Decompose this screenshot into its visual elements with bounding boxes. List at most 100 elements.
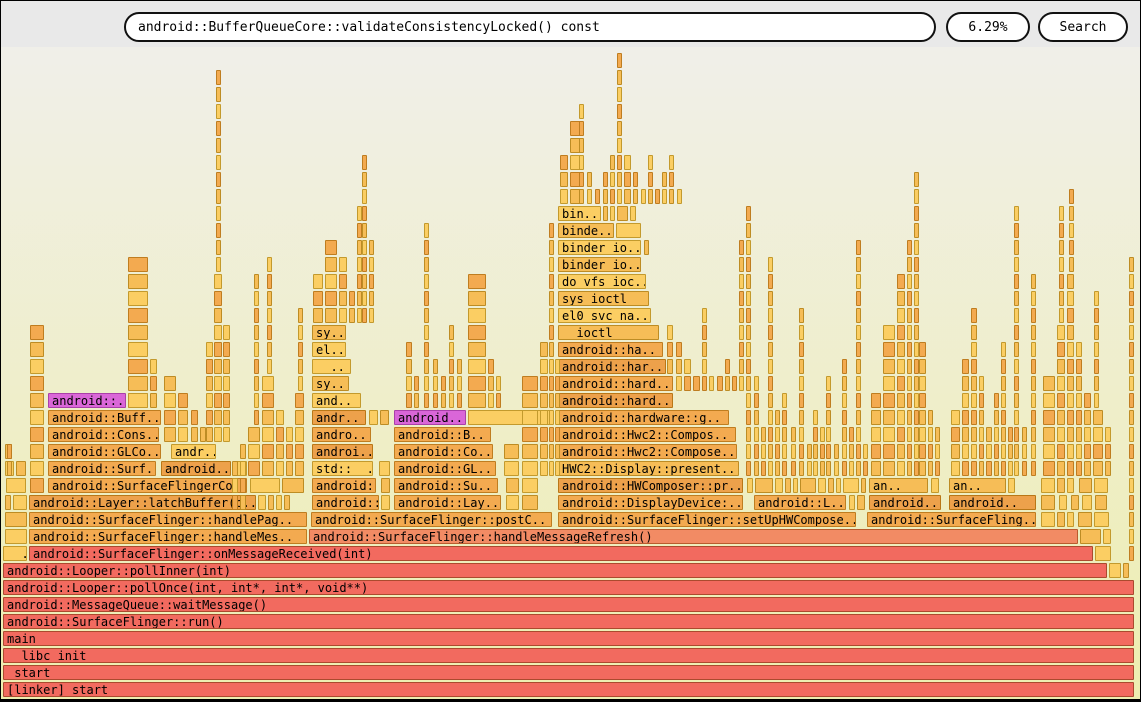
flame-block[interactable]	[669, 155, 674, 170]
flame-block[interactable]	[128, 291, 148, 306]
flame-block[interactable]	[1105, 444, 1111, 459]
flame-block[interactable]	[775, 444, 780, 459]
flame-block[interactable]	[1001, 342, 1006, 357]
flame-block[interactable]	[1067, 461, 1074, 476]
flame-block[interactable]	[262, 427, 274, 442]
flame-block[interactable]	[856, 274, 861, 289]
flame-block[interactable]	[843, 478, 859, 493]
flame-block[interactable]	[298, 376, 303, 391]
flame-block[interactable]	[826, 444, 831, 459]
flame-block[interactable]	[298, 359, 303, 374]
flame-block[interactable]	[488, 376, 494, 391]
flame-block[interactable]	[799, 410, 804, 425]
flame-block[interactable]	[1069, 257, 1074, 272]
flame-block[interactable]	[549, 461, 554, 476]
flame-block[interactable]	[267, 257, 272, 272]
flame-block[interactable]	[928, 461, 933, 476]
flame-block[interactable]	[624, 189, 631, 204]
flame-block[interactable]	[857, 495, 865, 510]
flame-block[interactable]	[1014, 393, 1019, 408]
flame-block[interactable]	[768, 376, 773, 391]
flame-block[interactable]	[254, 274, 259, 289]
flame-block[interactable]	[1014, 240, 1019, 255]
flame-block[interactable]	[339, 308, 347, 323]
flame-block[interactable]	[468, 359, 486, 374]
flame-block[interactable]	[754, 410, 759, 425]
flame-block[interactable]	[216, 257, 221, 272]
flame-block[interactable]	[883, 444, 895, 459]
flame-block[interactable]	[799, 393, 804, 408]
flame-block[interactable]	[856, 461, 861, 476]
flame-block[interactable]	[935, 461, 940, 476]
flame-frame[interactable]: android::SurfaceFlingerCo..	[48, 478, 247, 493]
flame-block[interactable]	[362, 189, 367, 204]
flame-block[interactable]	[313, 308, 323, 323]
flame-block[interactable]	[746, 325, 751, 340]
flame-block[interactable]	[232, 478, 238, 493]
flame-block[interactable]	[325, 308, 337, 323]
flame-block[interactable]	[1057, 376, 1065, 391]
flame-block[interactable]	[250, 478, 280, 493]
flame-block[interactable]	[677, 189, 682, 204]
flame-block[interactable]	[717, 376, 723, 391]
flame-block[interactable]	[856, 444, 861, 459]
flame-block[interactable]	[655, 189, 660, 204]
flame-block[interactable]	[610, 189, 615, 204]
flame-block[interactable]	[1008, 478, 1015, 493]
flame-block[interactable]	[380, 410, 389, 425]
flame-frame[interactable]: android::..	[48, 393, 126, 408]
flame-block[interactable]	[128, 325, 148, 340]
flame-block[interactable]	[214, 376, 222, 391]
flame-block[interactable]	[468, 410, 551, 425]
flame-block[interactable]	[549, 342, 554, 357]
flame-block[interactable]	[702, 308, 707, 323]
flame-block[interactable]	[1014, 376, 1019, 391]
flame-block[interactable]	[216, 206, 221, 221]
flame-block[interactable]	[267, 291, 272, 306]
flame-block[interactable]	[1129, 529, 1134, 544]
flame-block[interactable]	[928, 410, 933, 425]
flame-frame[interactable]: android::L..	[754, 495, 846, 510]
flame-block[interactable]	[1123, 563, 1129, 578]
flame-block[interactable]	[1014, 308, 1019, 323]
flame-block[interactable]	[1014, 410, 1019, 425]
flame-block[interactable]	[248, 461, 260, 476]
flame-block[interactable]	[768, 393, 773, 408]
flame-block[interactable]	[362, 155, 367, 170]
flame-block[interactable]	[560, 172, 568, 187]
flame-block[interactable]	[1076, 359, 1082, 374]
flame-block[interactable]	[617, 138, 622, 153]
flame-block[interactable]	[739, 240, 744, 255]
flame-block[interactable]	[1057, 325, 1065, 340]
flame-frame[interactable]: [linker]_start	[3, 682, 1134, 697]
flame-block[interactable]	[1103, 529, 1111, 544]
flame-block[interactable]	[1067, 376, 1074, 391]
flame-block[interactable]	[1076, 376, 1082, 391]
flame-block[interactable]	[897, 444, 905, 459]
flame-block[interactable]	[1022, 427, 1027, 442]
flame-block[interactable]	[216, 87, 221, 102]
flame-block[interactable]	[522, 393, 538, 408]
flame-block[interactable]	[30, 444, 44, 459]
flame-block[interactable]	[468, 342, 486, 357]
flame-block[interactable]	[362, 274, 367, 289]
flame-frame[interactable]: android::Layer::latchBuffer(b..	[29, 495, 256, 510]
flame-block[interactable]	[6, 478, 26, 493]
flame-block[interactable]	[799, 342, 804, 357]
flame-block[interactable]	[540, 444, 548, 459]
flame-block[interactable]	[1008, 444, 1013, 459]
flame-block[interactable]	[986, 461, 992, 476]
flame-block[interactable]	[216, 189, 221, 204]
flame-block[interactable]	[1067, 325, 1074, 340]
flame-block[interactable]	[1076, 444, 1082, 459]
flame-block[interactable]	[648, 172, 653, 187]
flame-block[interactable]	[739, 308, 744, 323]
flame-block[interactable]	[267, 342, 272, 357]
flame-block[interactable]	[897, 308, 905, 323]
flame-block[interactable]	[286, 444, 293, 459]
flame-block[interactable]	[897, 325, 905, 340]
flame-block[interactable]	[555, 461, 560, 476]
flame-block[interactable]	[381, 495, 390, 510]
flame-block[interactable]	[782, 461, 787, 476]
flame-block[interactable]	[1129, 410, 1134, 425]
